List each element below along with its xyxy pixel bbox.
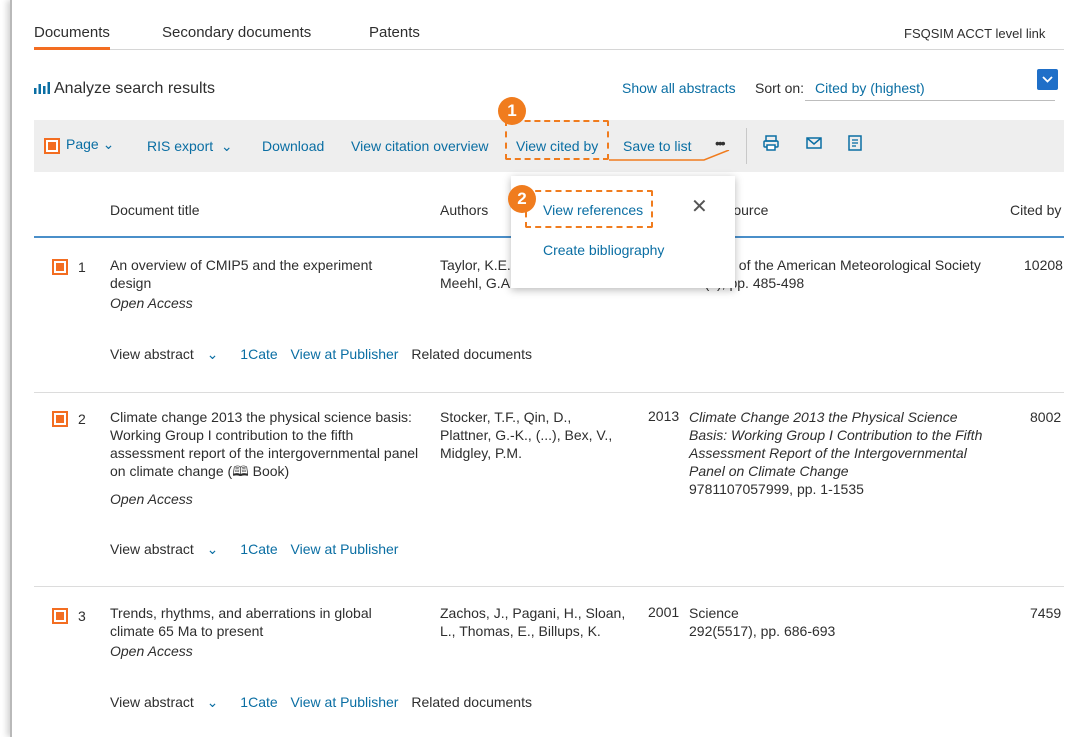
publication-year: 2001 <box>648 604 680 620</box>
print-icon[interactable] <box>762 134 780 157</box>
cate-link[interactable]: 1Cate <box>240 541 277 557</box>
row-divider <box>34 392 1064 393</box>
book-icon: 🕮 <box>232 463 249 479</box>
email-icon[interactable] <box>805 134 823 157</box>
page-selector[interactable]: Page ⌄ <box>66 136 114 153</box>
ris-export-label: RIS export <box>147 138 214 154</box>
document-title-link[interactable]: Trends, rhythms, and aberrations in glob… <box>110 604 410 640</box>
view-at-publisher-link[interactable]: View at Publisher <box>291 346 399 362</box>
column-authors[interactable]: Authors <box>440 202 488 218</box>
ris-export-button[interactable]: RIS export ⌄ <box>147 138 233 155</box>
view-abstract-label: View abstract <box>110 346 194 362</box>
related-documents-link[interactable]: Related documents <box>411 346 532 362</box>
row-checkbox[interactable] <box>52 411 68 427</box>
row-checkbox[interactable] <box>52 259 68 275</box>
row-number: 1 <box>78 259 86 275</box>
chevron-down-icon: ⌄ <box>220 138 233 154</box>
cate-link[interactable]: 1Cate <box>240 694 277 710</box>
source-detail: 292(5517), pp. 686-693 <box>689 623 836 639</box>
related-documents-link[interactable]: Related documents <box>411 694 532 710</box>
bibliography-icon[interactable] <box>846 134 864 157</box>
view-citation-overview-button[interactable]: View citation overview <box>351 138 488 154</box>
tab-patents[interactable]: Patents <box>369 24 420 41</box>
sort-dropdown-button[interactable] <box>1037 69 1058 90</box>
annotation-badge-2: 2 <box>508 185 536 213</box>
open-access-label: Open Access <box>110 491 193 507</box>
view-abstract-toggle[interactable]: View abstract ⌄ <box>110 694 227 710</box>
results-panel: Documents Secondary documents Patents FS… <box>10 0 1066 737</box>
chevron-down-icon: ⌄ <box>102 136 115 152</box>
view-abstract-toggle[interactable]: View abstract ⌄ <box>110 346 227 362</box>
view-at-publisher-link[interactable]: View at Publisher <box>291 694 399 710</box>
account-link[interactable]: FSQSIM ACCT level link <box>904 26 1045 41</box>
row-actions: View abstract ⌄ 1Cate View at Publisher … <box>110 346 541 363</box>
view-at-publisher-link[interactable]: View at Publisher <box>291 541 399 557</box>
sort-label: Sort on: <box>755 80 805 96</box>
row-number: 3 <box>78 608 86 624</box>
sort-value: Cited by (highest) <box>815 80 925 96</box>
view-abstract-label: View abstract <box>110 541 194 557</box>
row-actions: View abstract ⌄ 1Cate View at Publisher <box>110 541 407 558</box>
create-bibliography-option[interactable]: Create bibliography <box>543 242 664 258</box>
close-icon[interactable]: ✕ <box>691 194 708 219</box>
book-tag: Book <box>252 463 285 479</box>
publication-year: 2013 <box>648 408 680 424</box>
cited-by-count[interactable]: 8002 <box>1030 409 1061 425</box>
open-access-label: Open Access <box>110 643 193 659</box>
open-access-label: Open Access <box>110 295 193 311</box>
cited-by-count[interactable]: 10208 <box>1024 257 1063 273</box>
download-button[interactable]: Download <box>262 138 324 154</box>
source-title[interactable]: Science <box>689 604 739 622</box>
page-label: Page <box>66 136 99 152</box>
row-divider <box>34 586 1064 587</box>
chevron-down-icon: ⌄ <box>206 346 219 362</box>
view-abstract-label: View abstract <box>110 694 194 710</box>
source-detail: 9781107057999, pp. 1-1535 <box>689 481 864 497</box>
authors-text[interactable]: Stocker, T.F., Qin, D., Plattner, G.-K.,… <box>440 408 620 462</box>
chevron-down-icon: ⌄ <box>206 694 219 710</box>
view-references-highlight-box <box>525 190 653 228</box>
row-actions: View abstract ⌄ 1Cate View at Publisher … <box>110 694 541 711</box>
results-content: Documents Secondary documents Patents FS… <box>34 0 1064 737</box>
row-number: 2 <box>78 411 86 427</box>
tab-documents[interactable]: Documents <box>34 24 110 50</box>
more-options-button[interactable]: ••• <box>715 135 726 151</box>
results-tabs: Documents Secondary documents Patents FS… <box>34 20 1064 50</box>
chevron-down-icon: ⌄ <box>206 541 219 557</box>
bar-chart-icon <box>34 82 50 94</box>
toolbar-divider <box>746 128 747 164</box>
authors-text[interactable]: Zachos, J., Pagani, H., Sloan, L., Thoma… <box>440 604 630 640</box>
annotation-badge-1: 1 <box>498 97 526 125</box>
document-title-link[interactable]: An overview of CMIP5 and the experiment … <box>110 256 410 292</box>
sort-select[interactable]: Cited by (highest) <box>805 77 1055 101</box>
column-cited-by[interactable]: Cited by <box>1010 202 1061 218</box>
source-title[interactable]: Bulletin of the American Meteorological … <box>689 256 1004 274</box>
select-all-checkbox[interactable] <box>44 138 60 154</box>
document-title-link[interactable]: Climate change 2013 the physical science… <box>110 408 422 480</box>
view-abstract-toggle[interactable]: View abstract ⌄ <box>110 541 227 557</box>
cate-link[interactable]: 1Cate <box>240 346 277 362</box>
analyze-label: Analyze search results <box>54 80 215 97</box>
source-title[interactable]: Climate Change 2013 the Physical Science… <box>689 408 989 480</box>
row-checkbox[interactable] <box>52 608 68 624</box>
cited-by-count[interactable]: 7459 <box>1030 605 1061 621</box>
chevron-down-icon <box>1042 76 1053 83</box>
analyze-search-results[interactable]: Analyze search results <box>34 80 215 98</box>
connector-line <box>609 150 730 161</box>
show-all-abstracts-link[interactable]: Show all abstracts <box>622 80 736 96</box>
tab-secondary-documents[interactable]: Secondary documents <box>162 24 311 41</box>
column-document-title[interactable]: Document title <box>110 202 199 218</box>
